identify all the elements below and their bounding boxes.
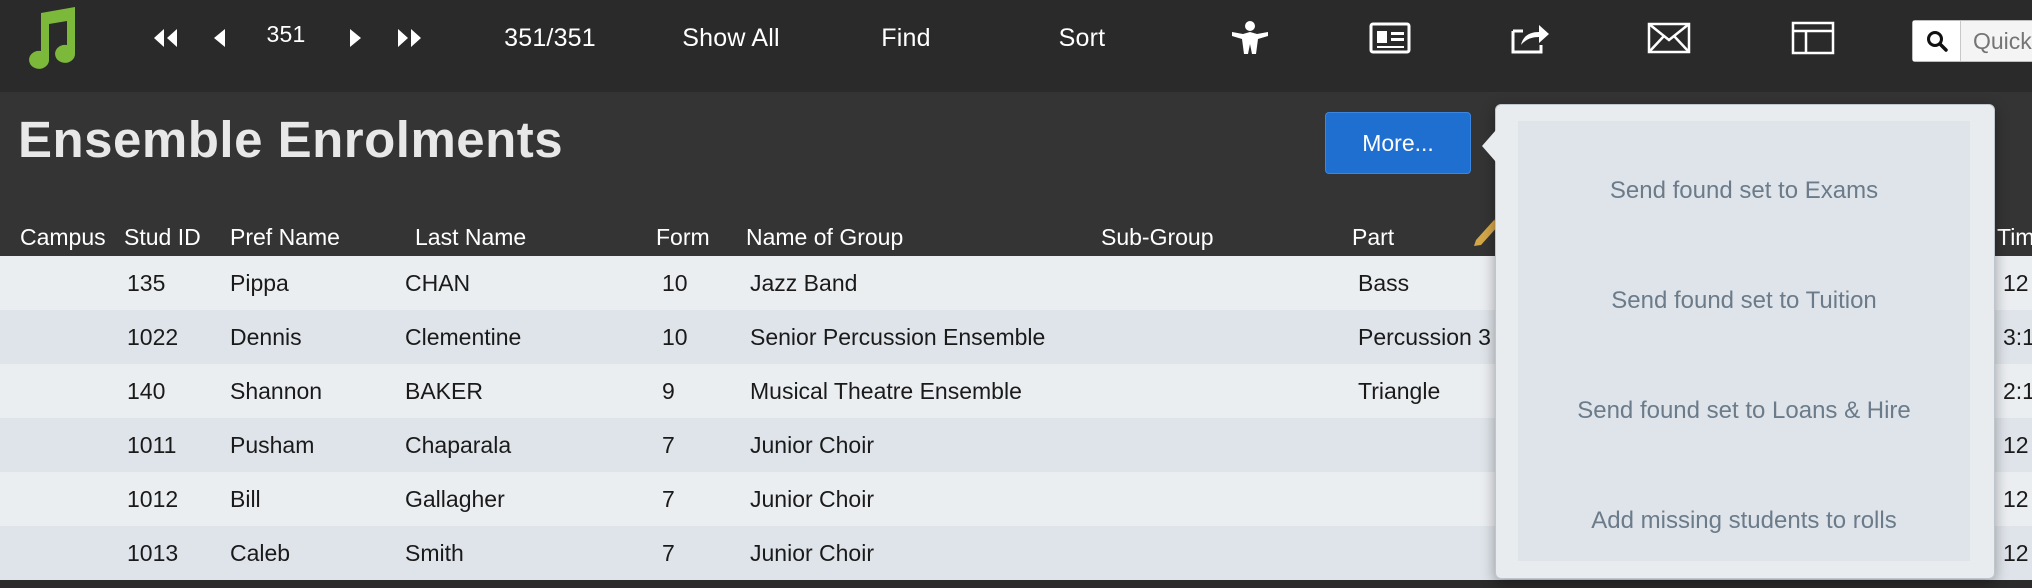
pref-name-cell[interactable]: Dennis — [230, 310, 380, 364]
stud-id-cell[interactable]: 1012 — [127, 472, 197, 526]
quick-find-input[interactable] — [1961, 27, 2032, 55]
pref-name-cell[interactable]: Pippa — [230, 256, 380, 310]
last-name-cell[interactable]: Clementine — [405, 310, 625, 364]
more-popover: Send found set to Exams Send found set t… — [1482, 104, 1995, 579]
part-cell[interactable]: Bass — [1358, 256, 1498, 310]
time-cell[interactable]: 3:1 — [2003, 310, 2032, 364]
quick-find-box — [1912, 20, 2032, 62]
stud-id-cell[interactable]: 1013 — [127, 526, 197, 580]
form-cell[interactable]: 10 — [662, 310, 712, 364]
column-header-campus[interactable]: Campus — [20, 224, 106, 251]
record-number-field[interactable]: 351 — [256, 14, 316, 54]
share-icon[interactable] — [1508, 0, 1552, 76]
last-name-cell[interactable]: CHAN — [405, 256, 625, 310]
pref-name-cell[interactable]: Shannon — [230, 364, 380, 418]
prev-record-icon[interactable] — [205, 0, 233, 76]
part-cell[interactable]: Triangle — [1358, 364, 1498, 418]
column-header-last-name[interactable]: Last Name — [415, 224, 526, 251]
column-header-name-of-group[interactable]: Name of Group — [746, 224, 903, 251]
next-record-icon[interactable] — [342, 0, 370, 76]
form-cell[interactable]: 7 — [662, 418, 712, 472]
last-name-cell[interactable]: BAKER — [405, 364, 625, 418]
form-cell[interactable]: 7 — [662, 526, 712, 580]
group-cell[interactable]: Senior Percussion Ensemble — [750, 310, 1090, 364]
last-record-icon[interactable] — [393, 0, 427, 76]
search-icon[interactable] — [1913, 21, 1961, 61]
time-cell[interactable]: 2:1 — [2003, 364, 2032, 418]
time-cell[interactable]: 12 — [2003, 526, 2032, 580]
time-cell[interactable]: 12 — [2003, 418, 2032, 472]
group-cell[interactable]: Junior Choir — [750, 418, 1090, 472]
form-cell[interactable]: 9 — [662, 364, 712, 418]
form-cell[interactable]: 10 — [662, 256, 712, 310]
contact-card-icon[interactable] — [1368, 0, 1412, 76]
last-name-cell[interactable]: Chaparala — [405, 418, 625, 472]
stud-id-cell[interactable]: 140 — [127, 364, 197, 418]
popover-arrow — [1482, 130, 1496, 162]
more-button[interactable]: More... — [1325, 112, 1471, 174]
group-cell[interactable]: Junior Choir — [750, 526, 1090, 580]
column-header-stud-id[interactable]: Stud ID — [124, 224, 201, 251]
stud-id-cell[interactable]: 135 — [127, 256, 197, 310]
sort-button[interactable]: Sort — [1046, 0, 1118, 76]
form-cell[interactable]: 7 — [662, 472, 712, 526]
record-count: 351/351 — [504, 23, 596, 52]
column-header-time[interactable]: Tim — [1997, 224, 2032, 251]
menu-item-send-to-tuition[interactable]: Send found set to Tuition — [1518, 271, 1970, 331]
toolbar: 351 351/351 Show All Find Sort — [0, 0, 2032, 92]
column-header-part[interactable]: Part — [1352, 224, 1394, 251]
group-cell[interactable]: Jazz Band — [750, 256, 1090, 310]
pref-name-cell[interactable]: Caleb — [230, 526, 380, 580]
stud-id-cell[interactable]: 1022 — [127, 310, 197, 364]
find-button[interactable]: Find — [866, 0, 946, 76]
column-header-form[interactable]: Form — [656, 224, 710, 251]
group-cell[interactable]: Musical Theatre Ensemble — [750, 364, 1090, 418]
column-header-pref-name[interactable]: Pref Name — [230, 224, 340, 251]
part-cell[interactable] — [1358, 526, 1498, 580]
pref-name-cell[interactable]: Pusham — [230, 418, 380, 472]
page-title: Ensemble Enrolments — [18, 111, 564, 168]
menu-item-send-to-loans-hire[interactable]: Send found set to Loans & Hire — [1518, 381, 1970, 441]
popover-menu: Send found set to Exams Send found set t… — [1518, 121, 1970, 561]
show-all-button[interactable]: Show All — [668, 0, 794, 76]
last-name-cell[interactable]: Gallagher — [405, 472, 625, 526]
layout-icon[interactable] — [1790, 0, 1836, 76]
part-cell[interactable]: Percussion 3 — [1358, 310, 1498, 364]
menu-item-send-to-exams[interactable]: Send found set to Exams — [1518, 161, 1970, 221]
column-header-sub-group[interactable]: Sub-Group — [1101, 224, 1214, 251]
group-cell[interactable]: Junior Choir — [750, 472, 1090, 526]
time-cell[interactable]: 12 — [2003, 472, 2032, 526]
first-record-icon[interactable] — [148, 0, 182, 76]
time-cell[interactable]: 12 — [2003, 256, 2032, 310]
envelope-icon[interactable] — [1646, 0, 1692, 76]
user-role-icon[interactable] — [1226, 0, 1274, 76]
stud-id-cell[interactable]: 1011 — [127, 418, 197, 472]
last-name-cell[interactable]: Smith — [405, 526, 625, 580]
part-cell[interactable] — [1358, 418, 1498, 472]
pref-name-cell[interactable]: Bill — [230, 472, 380, 526]
menu-item-add-missing-students[interactable]: Add missing students to rolls — [1518, 491, 1970, 551]
part-cell[interactable] — [1358, 472, 1498, 526]
music-note-icon — [18, 0, 84, 76]
